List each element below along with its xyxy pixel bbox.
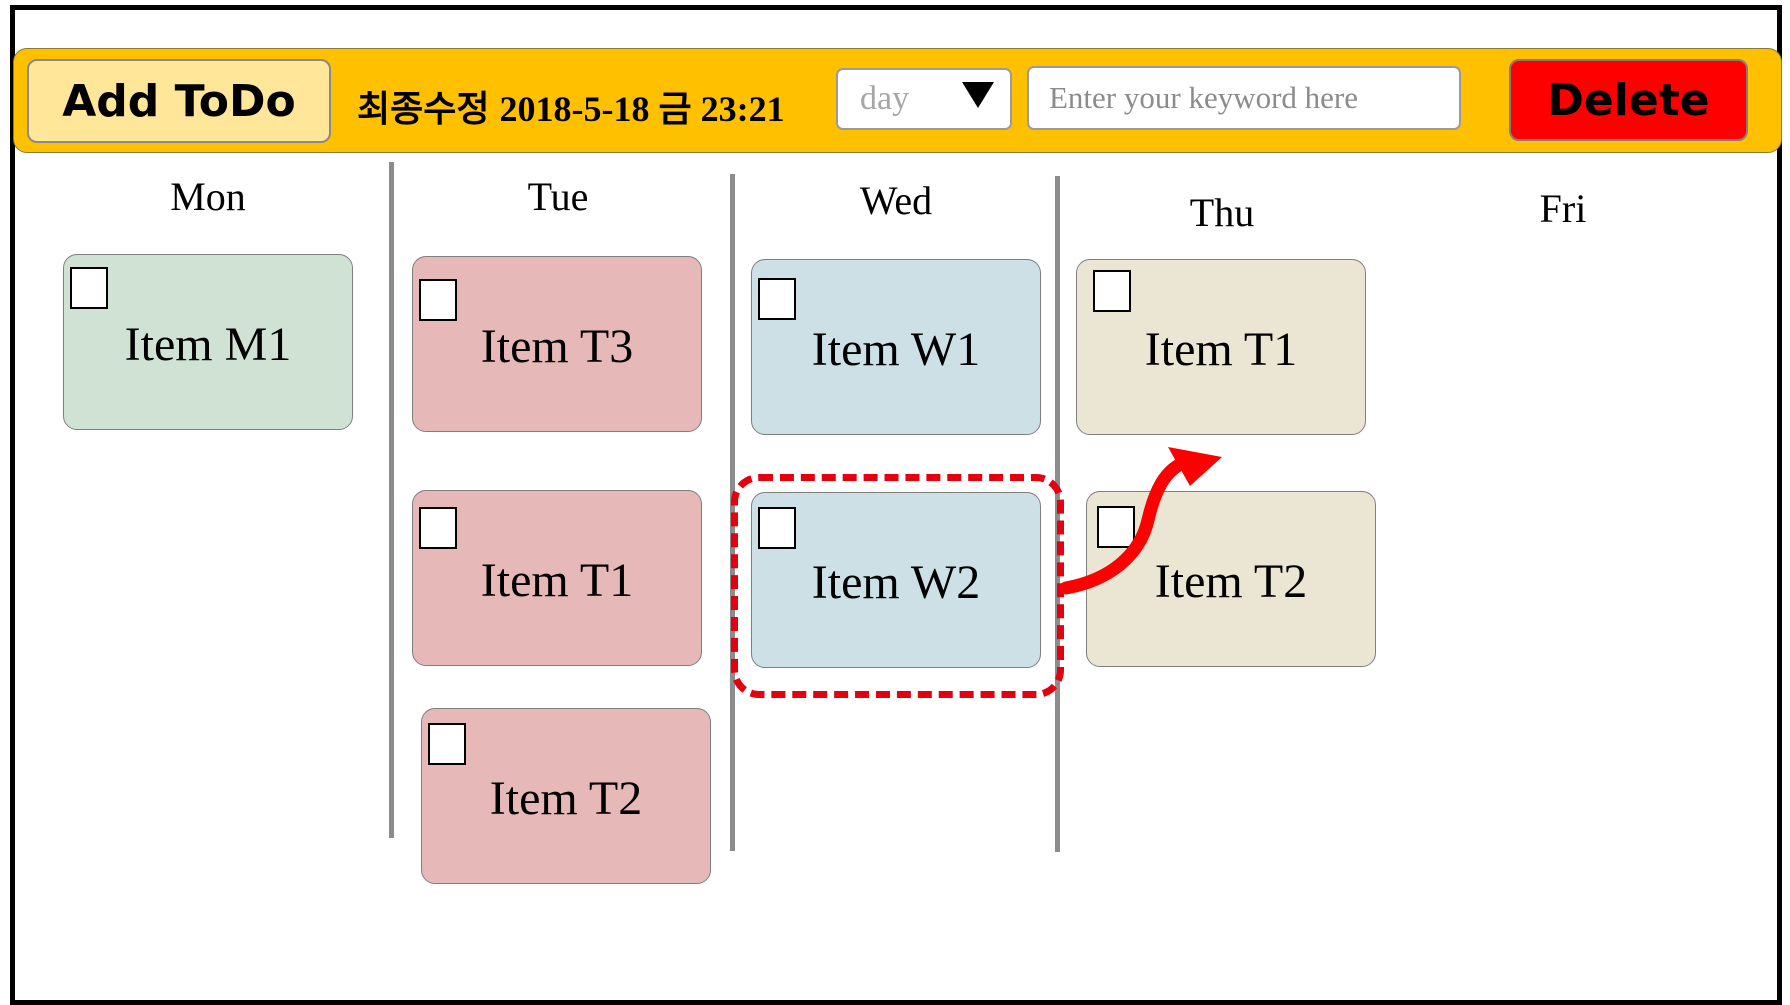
move-arrow-icon (1059, 447, 1222, 595)
